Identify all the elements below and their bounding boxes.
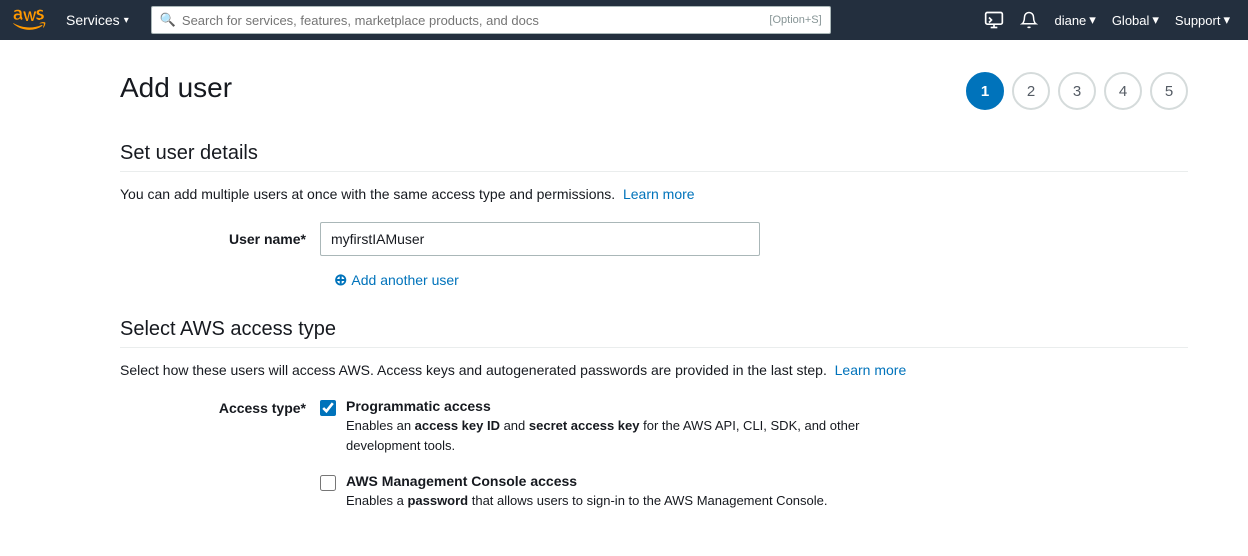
programmatic-access-option: Programmatic access Enables an access ke… <box>320 398 866 455</box>
plus-circle-icon: ⊕ <box>334 270 347 290</box>
access-type-label: Access type* <box>160 398 320 416</box>
user-label: diane <box>1054 13 1086 28</box>
set-user-details-title: Set user details <box>120 142 1188 165</box>
page-header: Add user 1 2 3 4 5 <box>120 72 1188 110</box>
access-type-desc: Select how these users will access AWS. … <box>120 362 1188 378</box>
username-row: User name* <box>120 222 1188 256</box>
step-5[interactable]: 5 <box>1150 72 1188 110</box>
global-label: Global <box>1112 13 1150 28</box>
set-user-details-learn-more[interactable]: Learn more <box>623 186 695 202</box>
set-user-details-desc: You can add multiple users at once with … <box>120 186 1188 202</box>
console-checkbox-wrap[interactable] <box>320 475 336 496</box>
programmatic-access-content: Programmatic access Enables an access ke… <box>346 398 866 455</box>
username-label: User name* <box>160 231 320 247</box>
access-type-section: Select AWS access type Select how these … <box>120 318 1188 511</box>
step-4[interactable]: 4 <box>1104 72 1142 110</box>
access-type-learn-more[interactable]: Learn more <box>835 362 907 378</box>
console-access-title: AWS Management Console access <box>346 473 828 489</box>
access-type-row: Access type* Programmatic access Enables… <box>120 398 1188 511</box>
username-input[interactable] <box>320 222 760 256</box>
user-chevron-icon: ▾ <box>1089 12 1096 28</box>
programmatic-access-title: Programmatic access <box>346 398 866 414</box>
section-divider-2 <box>120 347 1188 348</box>
main-content: Add user 1 2 3 4 5 Set user details You … <box>0 40 1248 556</box>
set-user-details-section: Set user details You can add multiple us… <box>120 142 1188 290</box>
notifications-icon-btn[interactable] <box>1014 11 1044 29</box>
programmatic-checkbox-wrap[interactable] <box>320 400 336 421</box>
terminal-icon-btn[interactable] <box>978 10 1010 30</box>
services-chevron-icon: ▾ <box>124 15 129 26</box>
support-chevron-icon: ▾ <box>1223 12 1230 28</box>
navbar: Services ▾ 🔍 [Option+S] diane ▾ G <box>0 0 1248 40</box>
access-type-desc-text: Select how these users will access AWS. … <box>120 362 827 378</box>
programmatic-access-checkbox[interactable] <box>320 400 336 416</box>
add-another-user-link[interactable]: ⊕ Add another user <box>334 270 459 290</box>
user-menu[interactable]: diane ▾ <box>1048 12 1101 28</box>
services-label: Services <box>66 12 120 28</box>
access-options: Programmatic access Enables an access ke… <box>320 398 866 511</box>
add-user-row: ⊕ Add another user <box>120 270 1188 290</box>
search-shortcut: [Option+S] <box>769 14 821 26</box>
console-access-desc: Enables a password that allows users to … <box>346 491 828 511</box>
section-divider-1 <box>120 171 1188 172</box>
step-3[interactable]: 3 <box>1058 72 1096 110</box>
console-access-content: AWS Management Console access Enables a … <box>346 473 828 511</box>
aws-logo-icon <box>12 8 48 32</box>
global-menu[interactable]: Global ▾ <box>1106 12 1165 28</box>
search-bar[interactable]: 🔍 [Option+S] <box>151 6 831 34</box>
page-title: Add user <box>120 72 232 104</box>
add-another-user-label: Add another user <box>351 272 458 288</box>
step-2[interactable]: 2 <box>1012 72 1050 110</box>
support-menu[interactable]: Support ▾ <box>1169 12 1236 28</box>
console-access-checkbox[interactable] <box>320 475 336 491</box>
global-chevron-icon: ▾ <box>1152 12 1159 28</box>
search-icon: 🔍 <box>160 12 176 28</box>
step-1[interactable]: 1 <box>966 72 1004 110</box>
set-user-details-desc-text: You can add multiple users at once with … <box>120 186 615 202</box>
programmatic-access-desc: Enables an access key ID and secret acce… <box>346 416 866 455</box>
services-menu[interactable]: Services ▾ <box>60 12 135 28</box>
nav-right: diane ▾ Global ▾ Support ▾ <box>978 10 1236 30</box>
steps-indicator: 1 2 3 4 5 <box>966 72 1188 110</box>
console-access-option: AWS Management Console access Enables a … <box>320 473 866 511</box>
support-label: Support <box>1175 13 1221 28</box>
search-input[interactable] <box>182 13 766 28</box>
access-type-title: Select AWS access type <box>120 318 1188 341</box>
